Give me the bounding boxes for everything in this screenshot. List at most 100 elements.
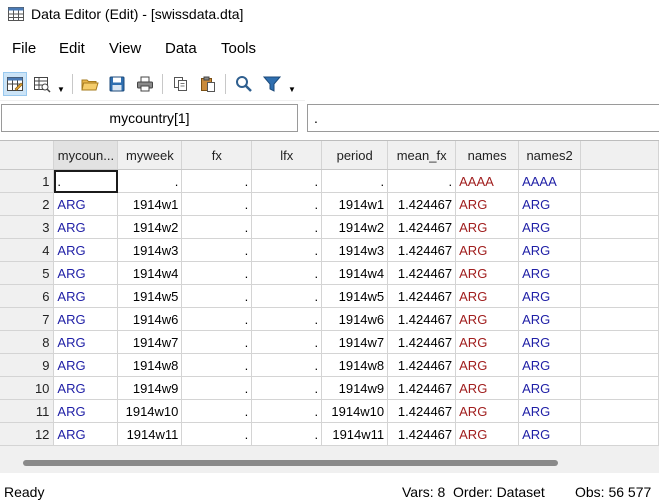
column-header[interactable]: names2 bbox=[518, 141, 582, 170]
table-cell[interactable]: . bbox=[251, 284, 323, 308]
menu-tools[interactable]: Tools bbox=[221, 40, 256, 57]
table-cell[interactable]: ARG bbox=[455, 284, 520, 308]
menu-view[interactable]: View bbox=[109, 40, 141, 57]
table-cell[interactable]: . bbox=[53, 169, 119, 193]
column-header[interactable]: myweek bbox=[117, 141, 183, 170]
row-number[interactable]: 10 bbox=[0, 376, 55, 400]
variable-name-box[interactable]: mycountry[1] bbox=[1, 104, 298, 132]
row-number[interactable]: 7 bbox=[0, 307, 55, 331]
table-cell[interactable]: ARG bbox=[53, 215, 119, 239]
table-cell[interactable]: . bbox=[251, 307, 323, 331]
table-cell[interactable]: 1.424467 bbox=[387, 307, 457, 331]
menu-file[interactable]: File bbox=[12, 40, 36, 57]
table-cell[interactable]: 1914w11 bbox=[117, 422, 183, 446]
table-cell[interactable]: . bbox=[181, 192, 253, 216]
table-cell[interactable]: 1.424467 bbox=[387, 215, 457, 239]
column-header[interactable]: period bbox=[321, 141, 389, 170]
table-cell[interactable]: ARG bbox=[455, 330, 520, 354]
row-number[interactable]: 5 bbox=[0, 261, 55, 285]
table-cell[interactable]: ARG bbox=[53, 399, 119, 423]
table-cell[interactable]: . bbox=[251, 399, 323, 423]
table-cell[interactable]: . bbox=[251, 330, 323, 354]
column-header[interactable]: mean_fx bbox=[387, 141, 457, 170]
chevron-down-icon[interactable]: ▼ bbox=[288, 85, 296, 94]
table-cell[interactable]: . bbox=[181, 284, 253, 308]
table-cell[interactable]: 1.424467 bbox=[387, 353, 457, 377]
table-cell[interactable]: ARG bbox=[455, 399, 520, 423]
table-cell[interactable]: . bbox=[181, 307, 253, 331]
table-cell[interactable]: . bbox=[181, 399, 253, 423]
table-cell[interactable]: . bbox=[251, 376, 323, 400]
table-cell[interactable]: . bbox=[251, 192, 323, 216]
table-cell[interactable]: . bbox=[181, 238, 253, 262]
row-number[interactable]: 2 bbox=[0, 192, 55, 216]
menu-edit[interactable]: Edit bbox=[59, 40, 85, 57]
table-cell[interactable]: 1914w6 bbox=[321, 307, 389, 331]
table-cell[interactable]: . bbox=[181, 376, 253, 400]
table-cell[interactable]: ARG bbox=[518, 399, 582, 423]
row-number[interactable]: 1 bbox=[0, 169, 55, 193]
table-cell[interactable]: ARG bbox=[518, 261, 582, 285]
scrollbar-thumb[interactable] bbox=[23, 460, 558, 466]
table-cell[interactable]: ARG bbox=[455, 422, 520, 446]
column-header[interactable]: names bbox=[455, 141, 520, 170]
table-cell[interactable]: ARG bbox=[53, 238, 119, 262]
table-cell[interactable]: . bbox=[251, 422, 323, 446]
table-cell[interactable]: . bbox=[251, 215, 323, 239]
table-cell-empty[interactable] bbox=[580, 192, 659, 216]
table-cell[interactable]: . bbox=[181, 261, 253, 285]
table-cell[interactable]: 1.424467 bbox=[387, 376, 457, 400]
search-button[interactable] bbox=[232, 72, 256, 96]
browse-mode-button[interactable] bbox=[30, 72, 54, 96]
table-cell[interactable]: . bbox=[117, 169, 183, 193]
table-cell-empty[interactable] bbox=[580, 307, 659, 331]
column-header[interactable]: lfx bbox=[251, 141, 323, 170]
table-cell[interactable]: AAAA bbox=[518, 169, 582, 193]
table-cell[interactable]: 1914w1 bbox=[117, 192, 183, 216]
table-cell-empty[interactable] bbox=[580, 284, 659, 308]
table-cell[interactable]: . bbox=[181, 422, 253, 446]
paste-button[interactable] bbox=[196, 72, 220, 96]
table-cell[interactable]: 1914w6 bbox=[117, 307, 183, 331]
table-cell[interactable]: . bbox=[251, 238, 323, 262]
table-cell-empty[interactable] bbox=[580, 261, 659, 285]
table-cell[interactable]: 1.424467 bbox=[387, 261, 457, 285]
table-cell[interactable]: ARG bbox=[518, 353, 582, 377]
table-cell[interactable]: 1914w1 bbox=[321, 192, 389, 216]
row-number[interactable]: 9 bbox=[0, 353, 55, 377]
table-cell[interactable]: ARG bbox=[518, 284, 582, 308]
table-cell[interactable]: . bbox=[181, 330, 253, 354]
table-cell[interactable]: ARG bbox=[518, 238, 582, 262]
row-number[interactable]: 8 bbox=[0, 330, 55, 354]
table-cell[interactable]: 1914w2 bbox=[321, 215, 389, 239]
table-cell[interactable]: 1914w7 bbox=[321, 330, 389, 354]
table-cell[interactable]: ARG bbox=[455, 307, 520, 331]
table-cell[interactable]: 1.424467 bbox=[387, 399, 457, 423]
table-cell-empty[interactable] bbox=[580, 169, 659, 193]
row-number[interactable]: 4 bbox=[0, 238, 55, 262]
table-cell-empty[interactable] bbox=[580, 330, 659, 354]
table-cell[interactable]: 1.424467 bbox=[387, 284, 457, 308]
table-cell[interactable]: 1914w8 bbox=[321, 353, 389, 377]
menu-data[interactable]: Data bbox=[165, 40, 197, 57]
table-cell[interactable]: ARG bbox=[455, 376, 520, 400]
cell-value-input[interactable]: . bbox=[307, 104, 659, 132]
table-cell[interactable]: ARG bbox=[455, 353, 520, 377]
table-cell[interactable]: ARG bbox=[455, 238, 520, 262]
grid-corner[interactable] bbox=[0, 141, 55, 170]
table-cell-empty[interactable] bbox=[580, 422, 659, 446]
table-cell[interactable]: . bbox=[387, 169, 457, 193]
table-cell[interactable]: 1914w10 bbox=[117, 399, 183, 423]
table-cell[interactable]: 1914w4 bbox=[321, 261, 389, 285]
table-cell[interactable]: . bbox=[321, 169, 389, 193]
table-cell[interactable]: 1914w3 bbox=[117, 238, 183, 262]
table-cell[interactable]: ARG bbox=[53, 192, 119, 216]
table-cell[interactable]: . bbox=[251, 261, 323, 285]
column-header[interactable]: mycoun... bbox=[53, 141, 119, 170]
table-cell[interactable]: 1914w3 bbox=[321, 238, 389, 262]
row-number[interactable]: 12 bbox=[0, 422, 55, 446]
table-cell[interactable]: ARG bbox=[518, 376, 582, 400]
table-cell[interactable]: 1914w11 bbox=[321, 422, 389, 446]
open-button[interactable] bbox=[78, 72, 102, 96]
table-cell[interactable]: ARG bbox=[455, 192, 520, 216]
